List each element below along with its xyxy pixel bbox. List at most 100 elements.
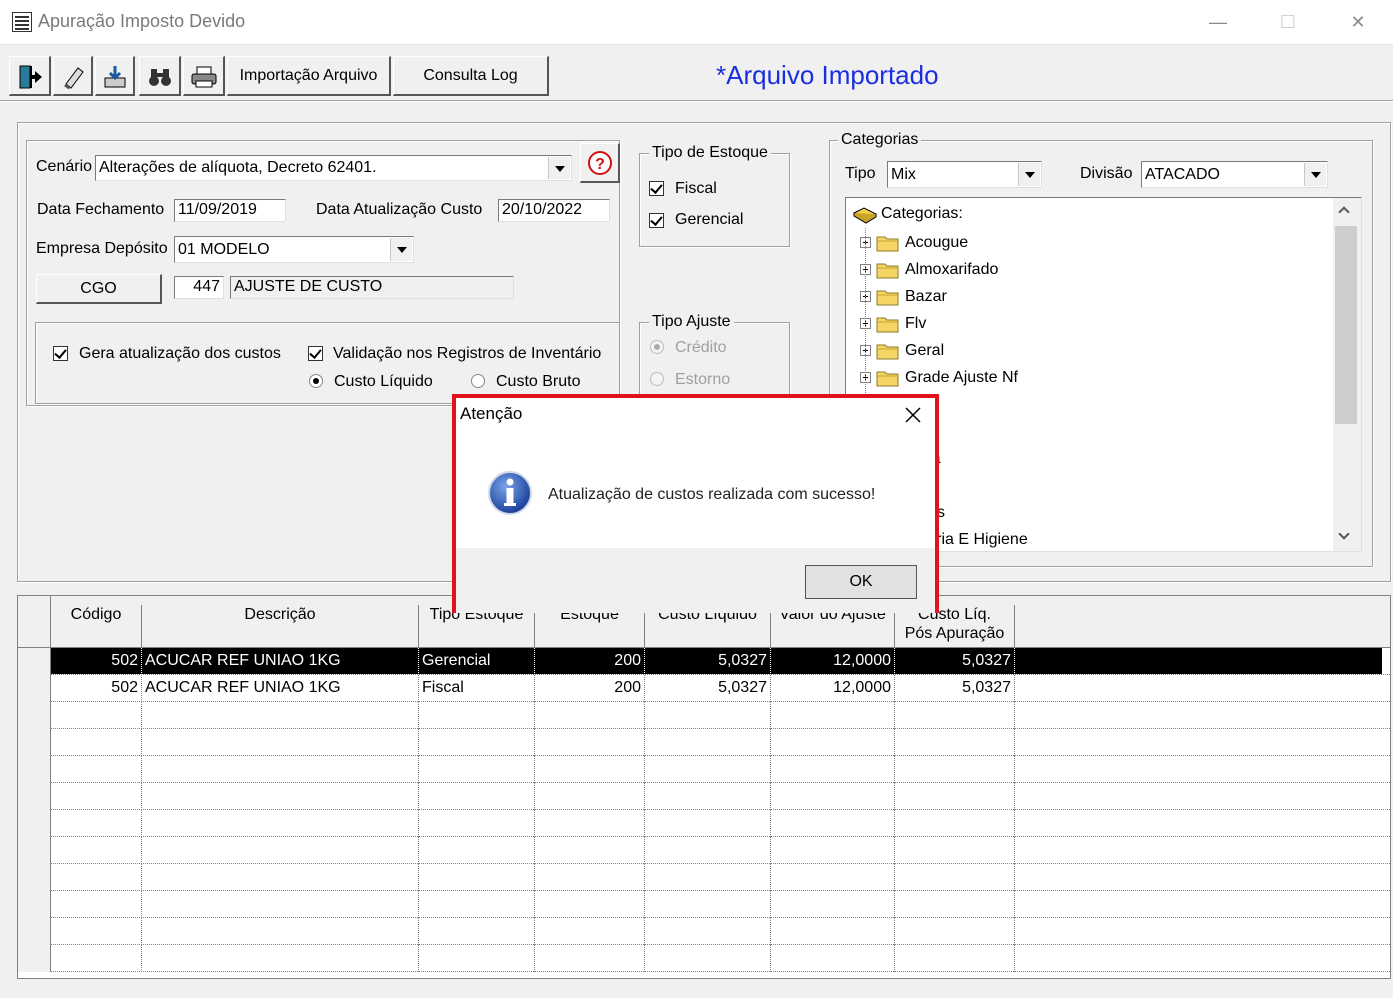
cenario-select[interactable]: Alterações de alíquota, Decreto 62401. [95, 155, 572, 181]
header-codigo[interactable]: Código [51, 605, 142, 647]
cell-codigo[interactable] [51, 810, 142, 837]
empty-row[interactable] [18, 837, 1390, 864]
empty-row[interactable] [18, 756, 1390, 783]
cell-custo_liquido[interactable] [645, 810, 771, 837]
cell-custo_pos[interactable] [895, 783, 1015, 810]
tree-scrollbar[interactable] [1333, 198, 1361, 551]
empty-row[interactable] [18, 810, 1390, 837]
exit-button[interactable] [9, 56, 51, 96]
clear-button[interactable] [53, 56, 93, 96]
cell-custo_liquido[interactable] [645, 837, 771, 864]
cell-codigo[interactable]: 502 [51, 648, 142, 675]
gerencial-checkbox[interactable] [649, 213, 664, 228]
cell-tipo[interactable] [419, 810, 535, 837]
credito-radio[interactable] [650, 340, 664, 354]
row-selector[interactable] [18, 783, 51, 810]
cell-valor_ajuste[interactable] [771, 702, 895, 729]
cell-custo_pos[interactable] [895, 837, 1015, 864]
data-fechamento-field[interactable]: 11/09/2019 [174, 199, 286, 222]
cell-valor_ajuste[interactable] [771, 891, 895, 918]
cell-descricao[interactable] [142, 864, 419, 891]
cell-custo_liquido[interactable] [645, 945, 771, 972]
custo-bruto-radio[interactable] [471, 374, 485, 388]
consulta-log-button[interactable]: Consulta Log [393, 56, 549, 96]
cell-custo_liquido[interactable] [645, 864, 771, 891]
row-selector[interactable] [18, 945, 51, 972]
cell-valor_ajuste[interactable] [771, 864, 895, 891]
cell-tipo[interactable] [419, 918, 535, 945]
cell-custo_pos[interactable] [895, 918, 1015, 945]
cell-custo_liquido[interactable] [645, 729, 771, 756]
cell-descricao[interactable] [142, 810, 419, 837]
table-row[interactable]: 502 ACUCAR REF UNIAO 1KG Fiscal 200 5,0327 12… [18, 675, 1390, 702]
row-selector[interactable] [18, 891, 51, 918]
cell-tipo[interactable] [419, 891, 535, 918]
cell-descricao[interactable]: ACUCAR REF UNIAO 1KG [142, 648, 419, 675]
custo-liquido-radio[interactable] [309, 374, 323, 388]
results-grid[interactable]: Código Descrição Tipo Estoque Estoque Cu… [17, 595, 1391, 979]
estorno-radio[interactable] [650, 372, 664, 386]
cell-custo_liquido[interactable] [645, 891, 771, 918]
dialog-close-button[interactable] [902, 404, 924, 426]
importacao-arquivo-button[interactable]: Importação Arquivo [227, 56, 391, 96]
cell-codigo[interactable] [51, 837, 142, 864]
cell-estoque[interactable] [535, 702, 645, 729]
cell-codigo[interactable] [51, 729, 142, 756]
cell-valor_ajuste[interactable] [771, 945, 895, 972]
table-row[interactable]: 502 ACUCAR REF UNIAO 1KG Gerencial 200 5,032… [18, 648, 1390, 675]
empty-row[interactable] [18, 918, 1390, 945]
cell-estoque[interactable] [535, 810, 645, 837]
empty-row[interactable] [18, 702, 1390, 729]
cell-custo_pos[interactable] [895, 810, 1015, 837]
cell-codigo[interactable] [51, 891, 142, 918]
search-button[interactable] [139, 56, 181, 96]
row-selector[interactable] [18, 756, 51, 783]
row-selector[interactable] [18, 837, 51, 864]
cell-estoque[interactable] [535, 945, 645, 972]
cell-descricao[interactable] [142, 945, 419, 972]
cell-descricao[interactable]: ACUCAR REF UNIAO 1KG [142, 675, 419, 702]
cell-descricao[interactable] [142, 756, 419, 783]
cell-custo_pos[interactable] [895, 729, 1015, 756]
cell-descricao[interactable] [142, 702, 419, 729]
scrollbar-thumb[interactable] [1335, 226, 1357, 424]
data-atualizacao-field[interactable]: 20/10/2022 [498, 199, 610, 222]
cell-tipo[interactable] [419, 729, 535, 756]
cell-tipo[interactable] [419, 756, 535, 783]
cell-valor_ajuste[interactable] [771, 729, 895, 756]
tipo-select[interactable]: Mix [887, 161, 1042, 188]
cell-descricao[interactable] [142, 891, 419, 918]
empresa-select[interactable]: 01 MODELO [174, 236, 414, 263]
cell-estoque[interactable] [535, 783, 645, 810]
cell-tipo[interactable]: Fiscal [419, 675, 535, 702]
cell-estoque[interactable] [535, 729, 645, 756]
cell-tipo[interactable] [419, 783, 535, 810]
cell-codigo[interactable] [51, 918, 142, 945]
cell-valor_ajuste[interactable] [771, 837, 895, 864]
cell-descricao[interactable] [142, 918, 419, 945]
divisao-select[interactable]: ATACADO [1141, 161, 1328, 188]
cell-custo_pos[interactable] [895, 891, 1015, 918]
cell-codigo[interactable] [51, 864, 142, 891]
cell-custo_pos[interactable]: 5,0327 [895, 648, 1015, 675]
row-selector[interactable] [18, 648, 51, 675]
cell-codigo[interactable] [51, 945, 142, 972]
row-selector[interactable] [18, 918, 51, 945]
header-descricao[interactable]: Descrição [142, 605, 419, 647]
cell-custo_liquido[interactable]: 5,0327 [645, 675, 771, 702]
cell-estoque[interactable] [535, 891, 645, 918]
fiscal-checkbox[interactable] [649, 181, 664, 196]
cell-valor_ajuste[interactable] [771, 918, 895, 945]
chevron-up-icon[interactable] [1338, 206, 1350, 218]
row-selector[interactable] [18, 729, 51, 756]
row-selector[interactable] [18, 864, 51, 891]
ok-button[interactable]: OK [805, 565, 917, 599]
empty-row[interactable] [18, 783, 1390, 810]
cell-custo_liquido[interactable] [645, 702, 771, 729]
cell-custo_pos[interactable] [895, 702, 1015, 729]
maximize-button[interactable]: ☐ [1274, 8, 1302, 36]
cell-descricao[interactable] [142, 729, 419, 756]
cell-custo_liquido[interactable] [645, 756, 771, 783]
cell-codigo[interactable]: 502 [51, 675, 142, 702]
chevron-down-icon[interactable] [390, 238, 412, 261]
